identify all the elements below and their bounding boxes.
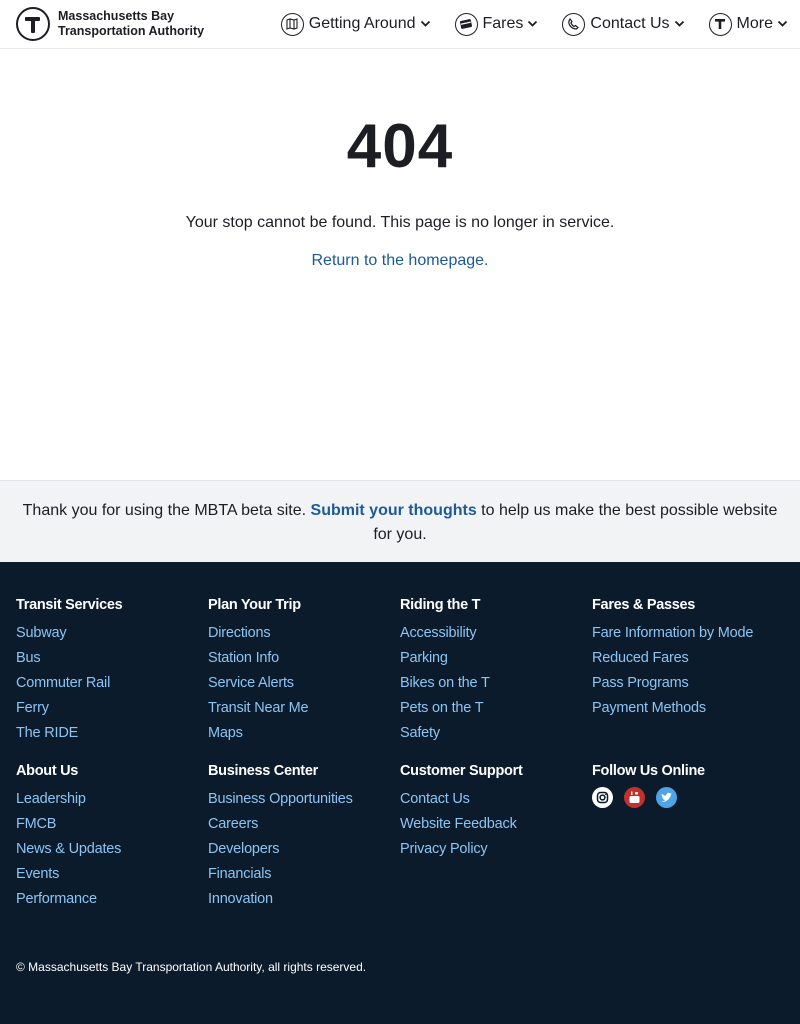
footer-column-title: Fares & Passes [592, 597, 696, 613]
chevron-down-icon [528, 20, 538, 27]
footer-link[interactable]: Performance [16, 887, 208, 912]
footer-column-about-us: About Us Leadership FMCB News & Updates … [16, 762, 208, 912]
footer-link[interactable]: Reduced Fares [592, 646, 784, 671]
footer-link[interactable]: Privacy Policy [400, 837, 592, 862]
logo-line-1: Massachusetts Bay [58, 9, 175, 23]
feedback-banner: Thank you for using the MBTA beta site. … [0, 480, 800, 562]
mbta-logo[interactable]: Massachusetts Bay Transportation Authori… [16, 7, 204, 41]
footer-column-riding-the-t: Riding the T Accessibility Parking Bikes… [400, 596, 592, 746]
youtube-icon[interactable] [624, 787, 645, 808]
footer-link[interactable]: Fare Information by Mode [592, 621, 784, 646]
footer-column-title: Business Center [208, 763, 318, 779]
phone-icon [562, 12, 586, 36]
nav-getting-around[interactable]: Getting Around [280, 12, 431, 36]
footer-column-title: Follow Us Online [592, 763, 705, 779]
footer-column-transit-services: Transit Services Subway Bus Commuter Rai… [16, 596, 208, 746]
chevron-down-icon [674, 20, 684, 27]
footer-link[interactable]: Business Opportunities [208, 787, 400, 812]
t-logo-icon [708, 12, 732, 36]
footer-link[interactable]: Subway [16, 621, 208, 646]
nav-fares[interactable]: Fares [454, 12, 539, 36]
footer-column-title: Transit Services [16, 597, 123, 613]
main-nav: Getting Around Fares Contact Us More [280, 12, 788, 36]
chevron-down-icon [777, 20, 788, 27]
footer-link[interactable]: Careers [208, 812, 400, 837]
map-icon [280, 12, 304, 36]
footer-link[interactable]: Leadership [16, 787, 208, 812]
submit-thoughts-link[interactable]: Submit your thoughts [311, 502, 477, 519]
twitter-icon[interactable] [656, 787, 677, 808]
site-header: Massachusetts Bay Transportation Authori… [0, 0, 800, 49]
footer-link[interactable]: News & Updates [16, 837, 208, 862]
footer-column-title: Riding the T [400, 597, 481, 613]
fare-card-icon [454, 12, 478, 36]
error-content: 404 Your stop cannot be found. This page… [0, 49, 800, 480]
footer-link[interactable]: Website Feedback [400, 812, 592, 837]
nav-label: Contact Us [590, 15, 670, 32]
logo-text: Massachusetts Bay Transportation Authori… [58, 9, 204, 39]
footer-link[interactable]: Ferry [16, 696, 208, 721]
footer-link[interactable]: Commuter Rail [16, 671, 208, 696]
footer-column-business-center: Business Center Business Opportunities C… [208, 762, 400, 912]
footer-link[interactable]: Contact Us [400, 787, 592, 812]
nav-more[interactable]: More [708, 12, 788, 36]
footer-column-follow-us: Follow Us Online [592, 762, 784, 912]
footer-link[interactable]: Accessibility [400, 621, 592, 646]
footer-link[interactable]: Innovation [208, 887, 400, 912]
footer-link[interactable]: Station Info [208, 646, 400, 671]
footer-link[interactable]: Safety [400, 721, 592, 746]
footer-link[interactable]: Bikes on the T [400, 671, 592, 696]
footer-link[interactable]: Developers [208, 837, 400, 862]
footer-link[interactable]: Pets on the T [400, 696, 592, 721]
return-homepage-link[interactable]: Return to the homepage. [311, 252, 488, 270]
t-logo-icon [16, 7, 50, 41]
nav-contact-us[interactable]: Contact Us [562, 12, 684, 36]
footer-link[interactable]: Bus [16, 646, 208, 671]
footer-column-title: Plan Your Trip [208, 597, 301, 613]
footer-links-grid: Transit Services Subway Bus Commuter Rai… [16, 596, 784, 928]
footer-link[interactable]: Service Alerts [208, 671, 400, 696]
footer-column-title: Customer Support [400, 763, 523, 779]
feedback-text-prefix: Thank you for using the MBTA beta site. [22, 502, 311, 519]
copyright-text: © Massachusetts Bay Transportation Autho… [16, 960, 367, 974]
instagram-icon[interactable] [592, 787, 613, 808]
footer-link[interactable]: Directions [208, 621, 400, 646]
footer-link[interactable]: Transit Near Me [208, 696, 400, 721]
footer-column-plan-your-trip: Plan Your Trip Directions Station Info S… [208, 596, 400, 746]
footer-link[interactable]: FMCB [16, 812, 208, 837]
logo-line-2: Transportation Authority [58, 24, 205, 38]
error-code: 404 [346, 112, 454, 181]
footer-link[interactable]: Pass Programs [592, 671, 784, 696]
nav-label: Fares [482, 15, 524, 32]
footer-link[interactable]: The RIDE [16, 721, 208, 746]
nav-label: Getting Around [308, 15, 416, 32]
social-links [592, 787, 784, 808]
footer-link[interactable]: Parking [400, 646, 592, 671]
nav-label: More [736, 15, 773, 32]
footer-link[interactable]: Payment Methods [592, 696, 784, 721]
footer-link[interactable]: Financials [208, 862, 400, 887]
footer-column-fares-passes: Fares & Passes Fare Information by Mode … [592, 596, 784, 746]
footer-column-title: About Us [16, 763, 79, 779]
chevron-down-icon [420, 20, 430, 27]
error-message: Your stop cannot be found. This page is … [185, 214, 615, 231]
footer-link[interactable]: Events [16, 862, 208, 887]
footer-column-customer-support: Customer Support Contact Us Website Feed… [400, 762, 592, 912]
site-footer: Transit Services Subway Bus Commuter Rai… [0, 562, 800, 1024]
footer-link[interactable]: Maps [208, 721, 400, 746]
